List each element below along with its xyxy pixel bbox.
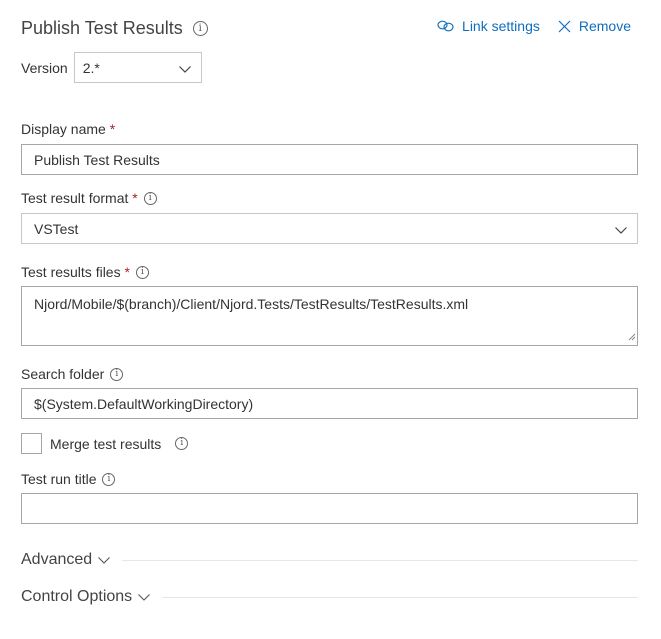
required-marker: * — [132, 190, 138, 206]
display-name-label-text: Display name — [21, 121, 106, 137]
version-value: 2.* — [82, 59, 100, 76]
test-run-title-label: Test run title i — [21, 471, 116, 487]
test-results-files-label-text: Test results files — [21, 264, 121, 280]
chevron-down-icon — [138, 588, 151, 606]
search-folder-value: $(System.DefaultWorkingDirectory) — [34, 395, 254, 412]
test-run-title-label-text: Test run title — [21, 471, 97, 487]
info-icon[interactable]: i — [110, 367, 124, 381]
resize-grip-icon[interactable] — [628, 328, 636, 344]
section-divider — [122, 559, 638, 561]
test-result-format-dropdown[interactable]: VSTest — [21, 213, 638, 244]
remove-button[interactable]: Remove — [558, 18, 631, 34]
chevron-down-icon — [615, 221, 627, 237]
info-icon[interactable]: i — [143, 191, 157, 205]
info-icon[interactable]: i — [175, 437, 189, 450]
version-label: Version — [21, 59, 68, 76]
control-options-section-label: Control Options — [21, 588, 133, 605]
task-editor-panel: Publish Test Results i Link settings Rem… — [0, 0, 661, 639]
version-dropdown[interactable]: 2.* — [73, 52, 202, 83]
search-folder-label: Search folder i — [21, 366, 124, 382]
info-icon[interactable]: i — [102, 472, 116, 486]
chevron-down-icon — [178, 60, 191, 76]
section-divider — [162, 596, 638, 598]
remove-label: Remove — [578, 18, 631, 34]
task-title: Publish Test Results i — [21, 18, 208, 39]
link-settings-button[interactable]: Link settings — [437, 18, 540, 34]
test-results-files-textarea[interactable]: Njord/Mobile/$(branch)/Client/Njord.Test… — [21, 286, 638, 346]
test-result-format-label-text: Test result format — [21, 190, 129, 206]
link-icon — [437, 20, 454, 32]
close-icon — [558, 20, 571, 33]
merge-test-results-row: Merge test results i — [21, 433, 189, 454]
merge-test-results-checkbox[interactable] — [21, 433, 42, 454]
display-name-label: Display name * — [21, 121, 115, 137]
control-options-section-toggle[interactable]: Control Options — [21, 588, 638, 606]
chevron-down-icon — [98, 551, 111, 569]
header-actions: Link settings Remove — [437, 18, 631, 34]
required-marker: * — [124, 264, 130, 280]
test-results-files-label: Test results files * i — [21, 264, 149, 280]
required-marker: * — [109, 121, 116, 137]
display-name-value: Publish Test Results — [34, 151, 160, 168]
search-folder-input[interactable]: $(System.DefaultWorkingDirectory) — [21, 388, 638, 419]
test-run-title-input[interactable] — [21, 493, 638, 524]
version-row: Version 2.* — [21, 52, 202, 83]
test-result-format-value: VSTest — [34, 220, 79, 237]
advanced-section-toggle[interactable]: Advanced — [21, 551, 638, 569]
info-icon[interactable]: i — [192, 21, 208, 36]
test-results-files-value: Njord/Mobile/$(branch)/Client/Njord.Test… — [34, 296, 469, 312]
display-name-input[interactable]: Publish Test Results — [21, 144, 638, 175]
merge-test-results-label: Merge test results — [50, 435, 162, 452]
search-folder-label-text: Search folder — [21, 366, 105, 382]
advanced-section-label: Advanced — [21, 551, 93, 568]
task-title-text: Publish Test Results — [21, 18, 183, 38]
link-settings-label: Link settings — [462, 18, 540, 34]
info-icon[interactable]: i — [135, 265, 149, 279]
test-result-format-label: Test result format * i — [21, 190, 157, 206]
